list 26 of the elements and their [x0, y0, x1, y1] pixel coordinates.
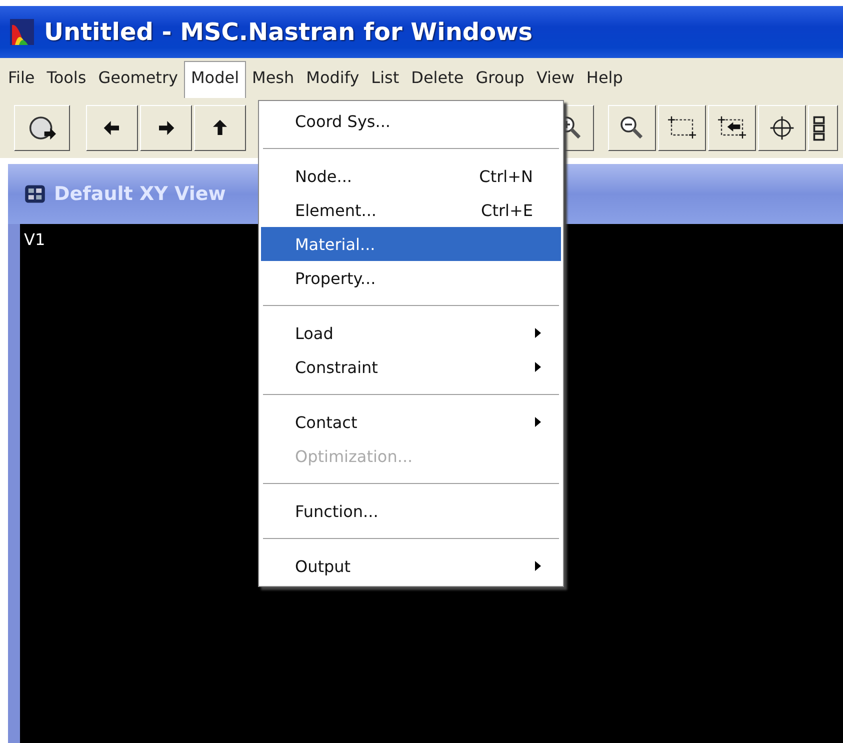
menu-item[interactable]: Coord Sys... [261, 104, 561, 138]
menu-item[interactable]: Group [470, 62, 530, 94]
menu-item[interactable]: Tools [40, 62, 92, 94]
shortcut-label: Ctrl+E [481, 200, 533, 220]
menu-item[interactable]: Load [261, 316, 561, 350]
menu-item[interactable]: Output [261, 549, 561, 583]
menu-item[interactable]: Function... [261, 494, 561, 528]
menu-item[interactable]: Model [184, 61, 246, 101]
menu-item[interactable]: Contact [261, 405, 561, 439]
shortcut-label: Ctrl+N [479, 166, 533, 186]
view-window-title: Default XY View [54, 183, 226, 205]
menu-item[interactable]: Constraint [261, 350, 561, 384]
menu-item[interactable]: Geometry [92, 62, 184, 94]
menu-item[interactable]: Modify [300, 62, 366, 94]
menu-item[interactable]: Mesh [246, 62, 300, 94]
viewport-label: V1 [24, 230, 46, 249]
menu-item[interactable]: Material... [261, 227, 561, 261]
window-title: Untitled - MSC.Nastran for Windows [44, 18, 533, 46]
menu-item[interactable]: File [2, 62, 41, 94]
menu-item[interactable]: Element... Ctrl+E [261, 193, 561, 227]
menu-item[interactable]: Delete [405, 62, 470, 94]
menu-item[interactable]: Property... [261, 261, 561, 295]
menu-item[interactable]: Help [580, 62, 629, 94]
menu-item[interactable]: List [365, 62, 406, 94]
menu-item[interactable]: Node... Ctrl+N [261, 159, 561, 193]
menu-item[interactable]: View [530, 62, 580, 94]
